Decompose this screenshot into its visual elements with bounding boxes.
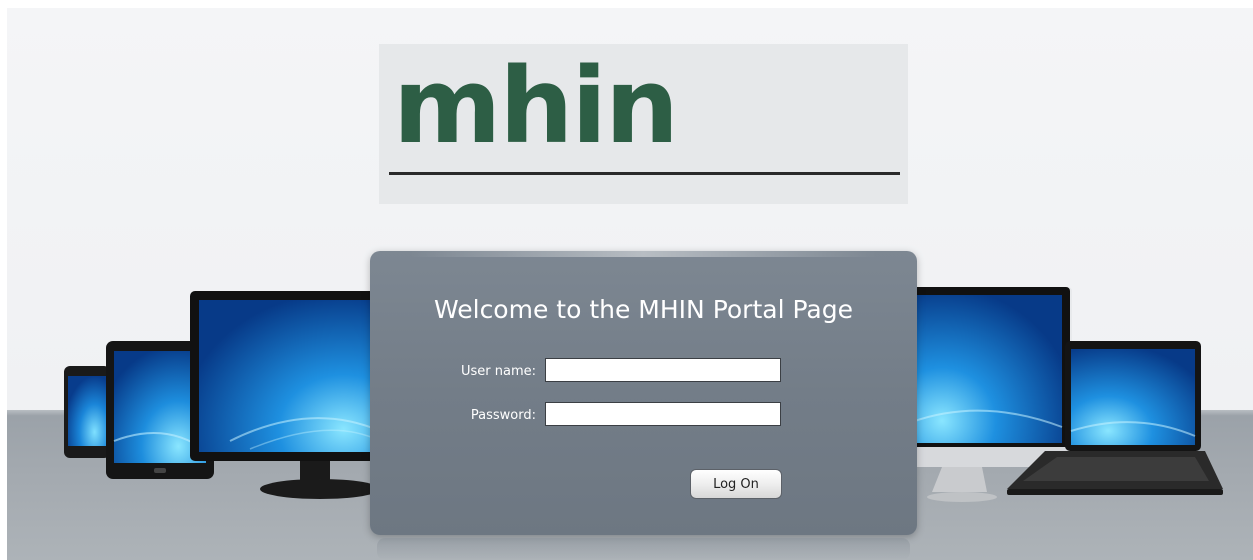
password-label: Password:: [470, 408, 536, 423]
log-on-button[interactable]: Log On: [690, 469, 782, 499]
username-input[interactable]: [545, 358, 781, 382]
username-label: User name:: [460, 364, 536, 379]
monitor-icon: [190, 291, 381, 515]
laptop-icon: [1005, 341, 1225, 505]
panel-reflection: [377, 538, 910, 560]
portal-page: mhin Welcome to the MHIN Portal Page Use…: [7, 8, 1253, 560]
password-input[interactable]: [545, 402, 781, 426]
phone-icon: [64, 366, 110, 462]
logo-text: mhin: [393, 45, 679, 167]
logo-underline: [389, 172, 900, 175]
panel-shine: [410, 251, 877, 257]
login-panel: Welcome to the MHIN Portal Page User nam…: [370, 251, 917, 535]
logo-banner: mhin: [379, 44, 908, 204]
panel-title: Welcome to the MHIN Portal Page: [433, 295, 853, 324]
